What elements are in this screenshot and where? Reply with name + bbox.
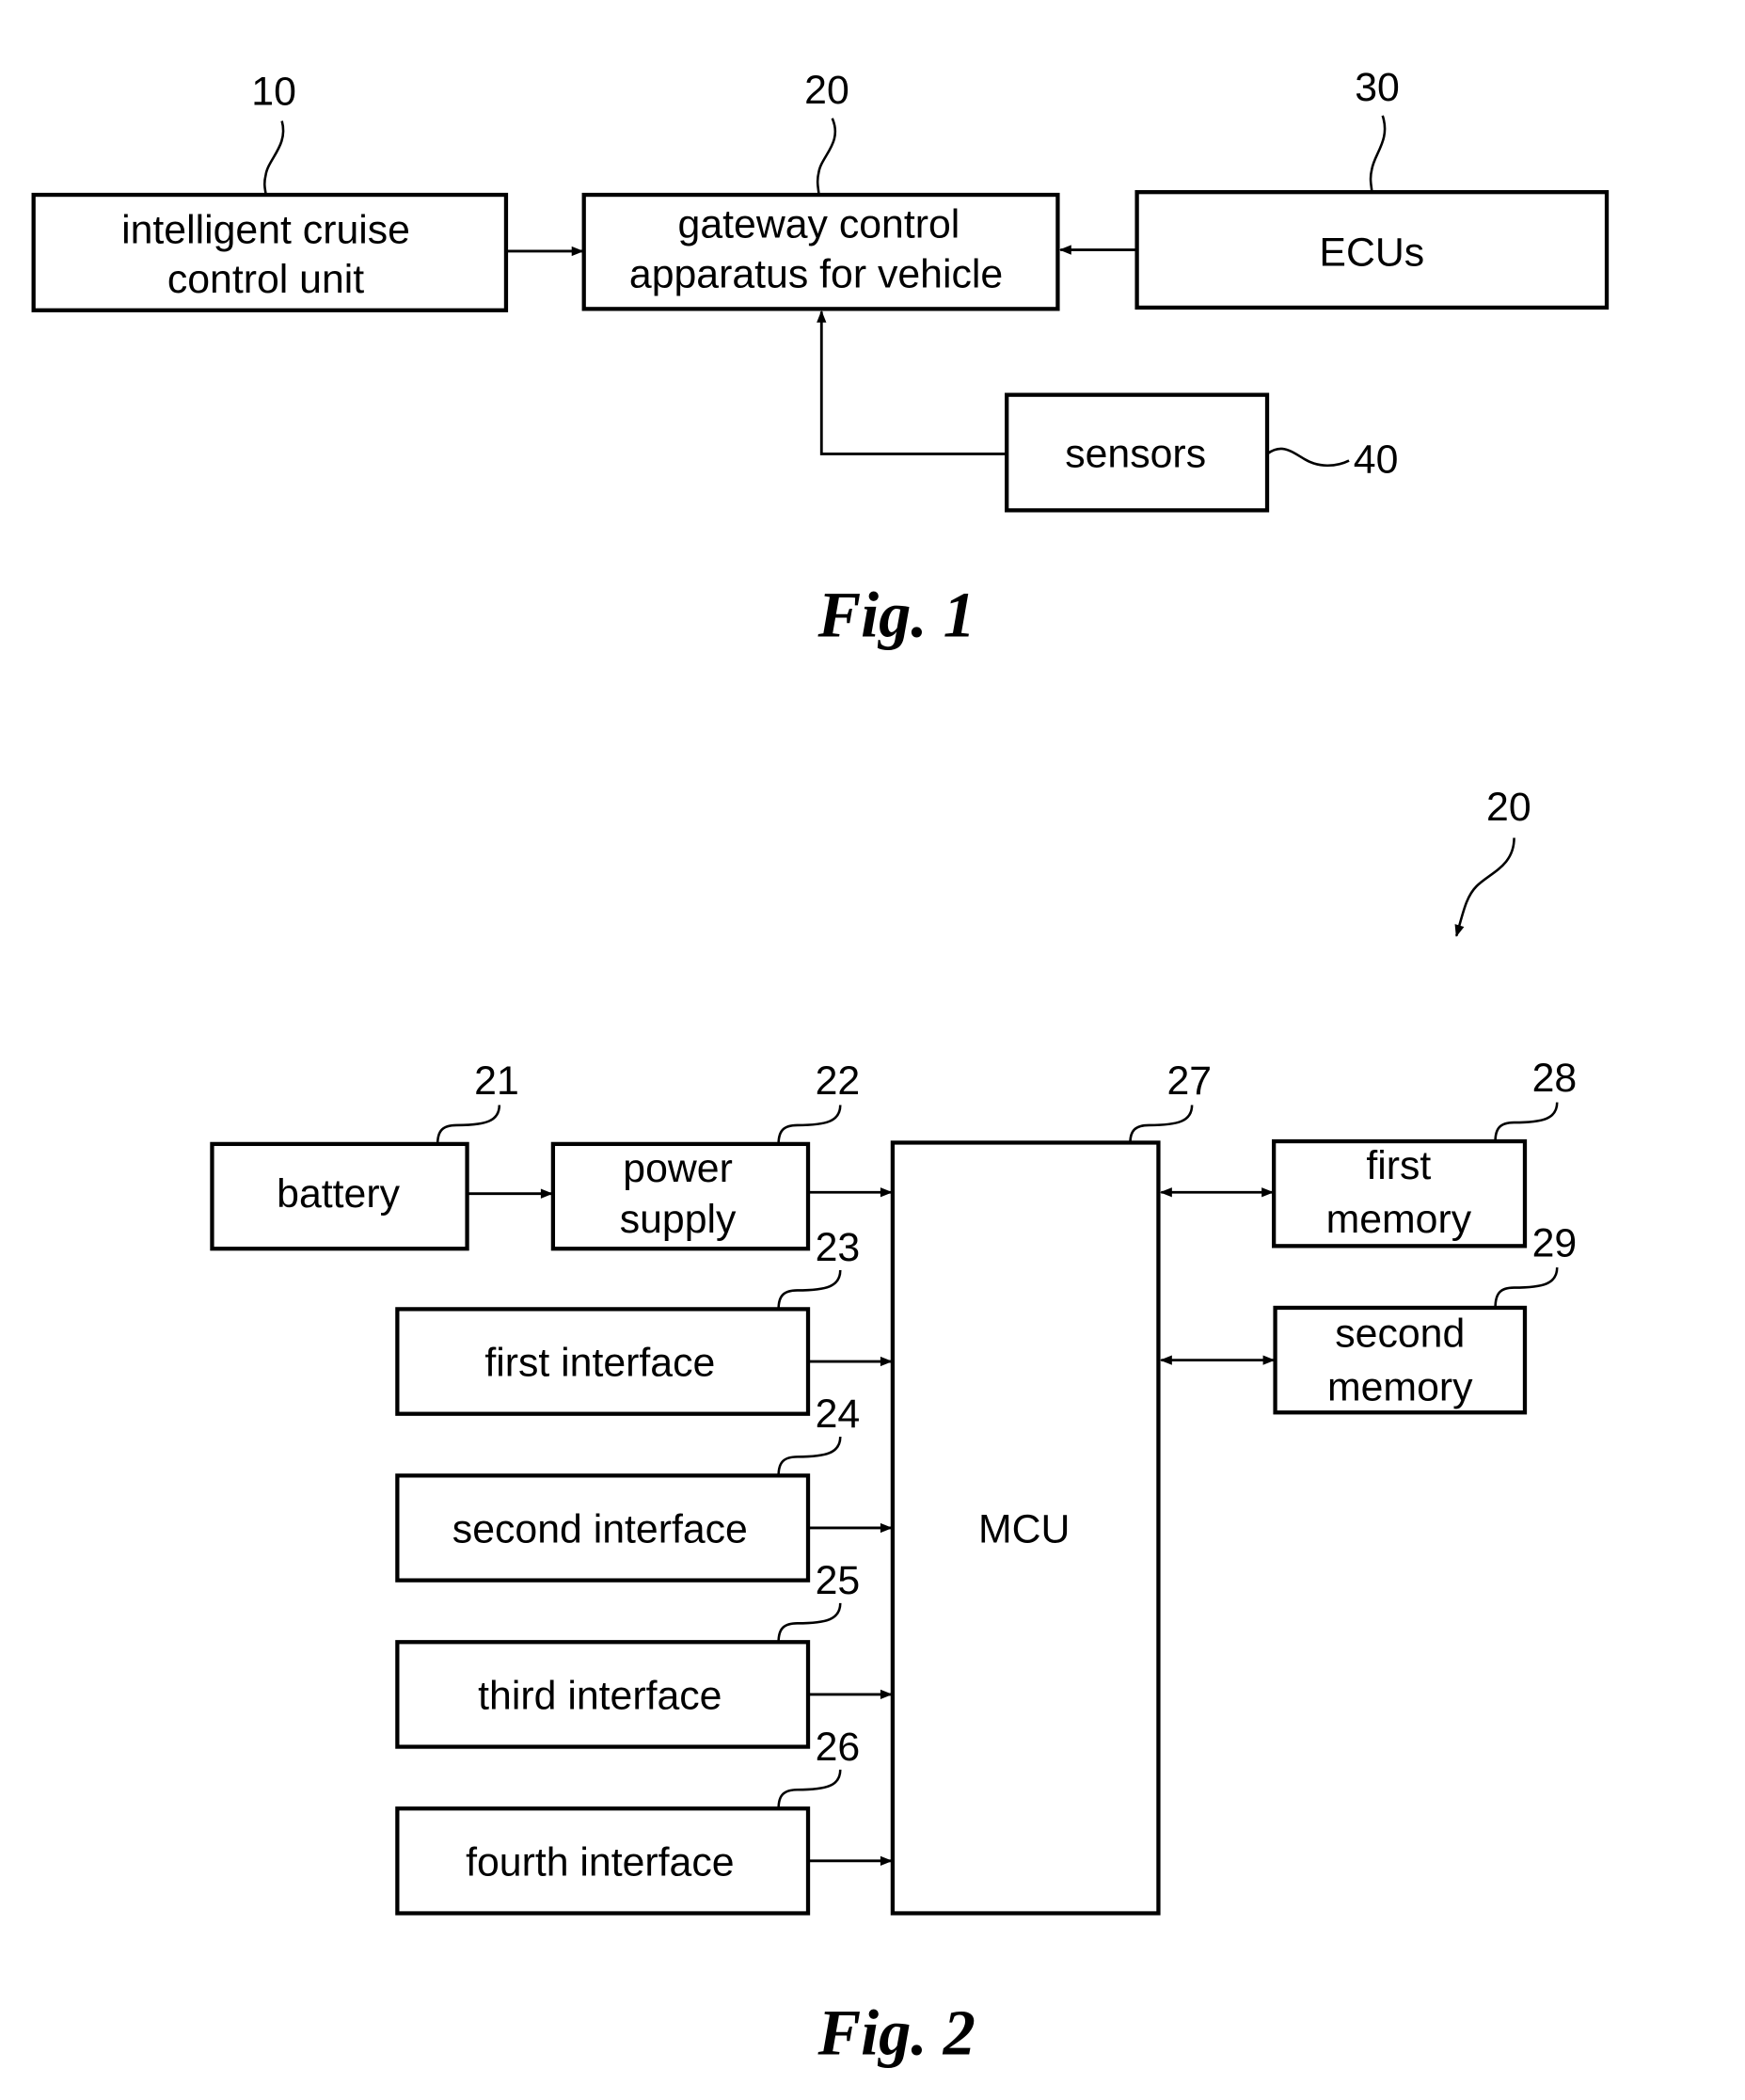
leader-line <box>262 120 285 196</box>
leader-line <box>777 1436 842 1476</box>
block-label: battery <box>277 1171 400 1217</box>
leader-line <box>1129 1105 1194 1143</box>
arrow-sensors-to-gateway <box>817 310 1007 455</box>
leader-line <box>1494 1267 1559 1308</box>
block-label: third interface <box>478 1674 722 1719</box>
block-label-line2: memory <box>1327 1364 1473 1409</box>
block-gateway-control-apparatus: gateway control apparatus for vehicle 20 <box>581 68 1060 311</box>
block-label-line1: first <box>1366 1143 1431 1188</box>
patent-figures: intelligent cruise control unit 10 gatew… <box>31 65 1610 2068</box>
ref-numeral: 26 <box>816 1725 861 1770</box>
block-label-line2: memory <box>1326 1197 1472 1242</box>
ref-numeral: 20 <box>804 68 849 113</box>
block-label-line2: control unit <box>167 257 364 302</box>
ref-numeral: 21 <box>474 1058 519 1104</box>
ref-numeral: 28 <box>1532 1056 1578 1101</box>
block-label: second interface <box>452 1507 748 1552</box>
ref-numeral: 23 <box>816 1225 861 1270</box>
block-label: first interface <box>484 1341 715 1386</box>
ref-numeral: 24 <box>816 1392 861 1437</box>
block-first-memory: first memory 28 <box>1272 1056 1578 1249</box>
leader-arrow-overall <box>1454 837 1515 937</box>
ref-numeral-overall: 20 <box>1486 785 1531 830</box>
block-first-interface: first interface 23 <box>395 1225 861 1416</box>
block-label-line1: intelligent cruise <box>121 207 410 252</box>
block-ecus: ECUs 30 <box>1134 65 1610 310</box>
leader-line <box>777 1769 842 1809</box>
block-label: ECUs <box>1319 231 1424 276</box>
block-label-line2: supply <box>620 1197 737 1242</box>
leader-line <box>777 1602 842 1643</box>
block-label-line1: second <box>1335 1311 1465 1356</box>
leader-line <box>1266 447 1350 468</box>
leader-line <box>1494 1102 1559 1142</box>
leader-line <box>1369 115 1387 193</box>
leader-line <box>436 1105 501 1144</box>
leader-line <box>777 1269 842 1310</box>
figure-caption: Fig. 2 <box>817 1997 975 2068</box>
block-power-supply: power supply 22 <box>550 1058 861 1251</box>
block-label: MCU <box>978 1507 1070 1552</box>
block-fourth-interface: fourth interface 26 <box>395 1725 861 1916</box>
ref-numeral: 10 <box>251 69 296 114</box>
ref-numeral: 22 <box>816 1058 861 1104</box>
block-second-memory: second memory 29 <box>1273 1221 1578 1415</box>
ref-numeral: 25 <box>816 1558 861 1603</box>
ref-numeral: 30 <box>1355 65 1400 110</box>
figure-caption: Fig. 1 <box>817 580 975 651</box>
fig2: 20 battery 21 power supply 22 first inte… <box>210 785 1578 2068</box>
fig1: intelligent cruise control unit 10 gatew… <box>31 65 1610 651</box>
leader-line <box>777 1105 842 1144</box>
block-label-line1: power <box>623 1146 733 1191</box>
block-intelligent-cruise-control-unit: intelligent cruise control unit 10 <box>31 69 509 312</box>
block-label-line1: gateway control <box>678 202 960 247</box>
block-third-interface: third interface 25 <box>395 1558 861 1749</box>
block-label: fourth interface <box>466 1840 734 1885</box>
ref-numeral: 40 <box>1354 437 1399 482</box>
ref-numeral: 27 <box>1166 1058 1212 1104</box>
block-label: sensors <box>1065 432 1206 477</box>
ref-numeral: 29 <box>1532 1221 1578 1266</box>
leader-line <box>816 118 837 196</box>
block-sensors: sensors 40 <box>1005 392 1399 513</box>
block-mcu: MCU 27 <box>890 1058 1212 1916</box>
block-second-interface: second interface 24 <box>395 1392 861 1583</box>
block-battery: battery 21 <box>210 1058 519 1251</box>
block-label-line2: apparatus for vehicle <box>629 252 1003 297</box>
